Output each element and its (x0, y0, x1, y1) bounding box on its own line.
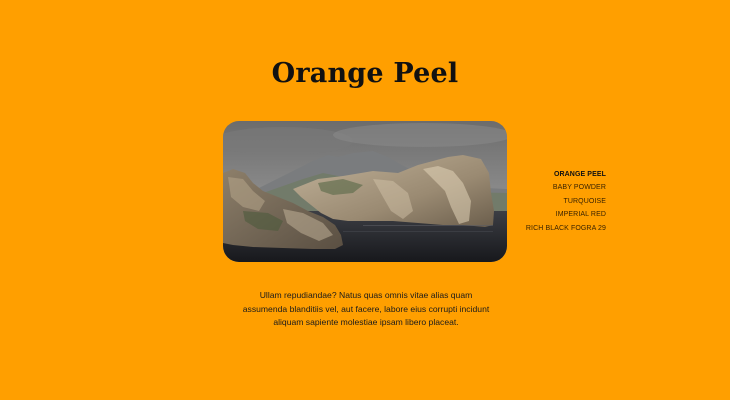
page-title: Orange Peel (271, 58, 459, 89)
nav-item-imperial-red[interactable]: IMPERIAL RED (526, 208, 606, 221)
nav-item-turquoise[interactable]: TURQUOISE (526, 195, 606, 208)
nav-item-baby-powder[interactable]: BABY POWDER (526, 181, 606, 194)
hero-image (223, 121, 507, 262)
color-nav: ORANGE PEEL BABY POWDER TURQUOISE IMPERI… (526, 168, 606, 235)
nav-item-orange-peel[interactable]: ORANGE PEEL (526, 168, 606, 181)
description-paragraph: Ullam repudiandae? Natus quas omnis vita… (242, 290, 490, 327)
nav-item-rich-black-fogra-29[interactable]: RICH BLACK FOGRA 29 (526, 222, 606, 235)
